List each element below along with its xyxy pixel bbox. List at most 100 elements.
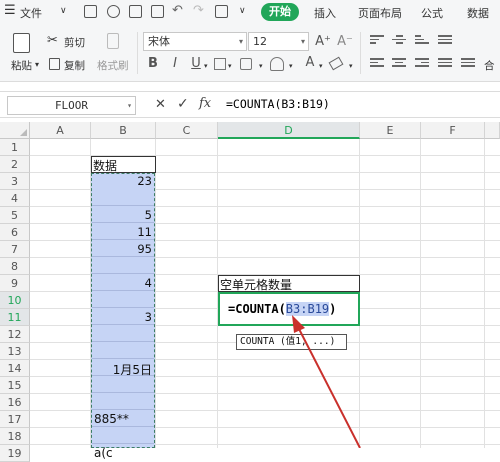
copy-icon[interactable] [49, 58, 60, 70]
cell-b14[interactable]: 1月5日 [94, 361, 152, 378]
row-header-1[interactable]: 1 [0, 139, 30, 156]
row-header-8[interactable]: 8 [0, 258, 30, 275]
font-grow-button[interactable]: A⁺ [314, 34, 332, 50]
row-header-15[interactable]: 15 [0, 377, 30, 394]
print-icon[interactable] [129, 5, 142, 18]
font-size-select[interactable]: 12 ▾ [248, 32, 309, 51]
name-box[interactable]: FLOOR ▾ [7, 96, 136, 115]
row-header-14[interactable]: 14 [0, 360, 30, 377]
chevron-down-icon: ▾ [300, 37, 305, 46]
annotation-arrow-line [297, 326, 361, 448]
bold-button[interactable]: B [145, 56, 161, 72]
column-header-b[interactable]: B [91, 122, 156, 139]
font-name-select[interactable]: 宋体 ▾ [143, 32, 247, 51]
column-header-c[interactable]: C [156, 122, 218, 139]
row-header-2[interactable]: 2 [0, 156, 30, 173]
cell-b17[interactable]: 885** [94, 412, 129, 426]
format-painter-button[interactable]: 格式刷 [97, 58, 129, 73]
copy-button[interactable]: 复制 [64, 58, 85, 73]
cell-b7[interactable]: 95 [94, 242, 152, 256]
chevron-down-icon[interactable]: ∨ [60, 6, 67, 16]
enter-icon[interactable]: ✓ [177, 96, 189, 112]
justify-icon[interactable] [438, 58, 452, 70]
format-painter-icon[interactable] [107, 33, 119, 49]
column-header-a[interactable]: A [30, 122, 91, 139]
row-header-11[interactable]: 11 [0, 309, 30, 326]
hamburger-icon[interactable]: ☰ [4, 3, 16, 18]
column-header-g[interactable] [485, 122, 500, 139]
row-header-6[interactable]: 6 [0, 224, 30, 241]
name-box-value: FLOOR [54, 99, 89, 112]
row-header-12[interactable]: 12 [0, 326, 30, 343]
chevron-down-icon: ▾ [228, 62, 232, 70]
row-header-10[interactable]: 10 [0, 292, 30, 309]
row-header-7[interactable]: 7 [0, 241, 30, 258]
cell-b11[interactable]: 3 [94, 310, 152, 324]
tab-home[interactable]: 开始 [261, 3, 299, 21]
row-header-9[interactable]: 9 [0, 275, 30, 292]
font-shrink-button[interactable]: A⁻ [336, 34, 354, 50]
cell-b9[interactable]: 4 [94, 276, 152, 290]
scissors-icon[interactable]: ✂ [47, 33, 58, 48]
eraser-icon[interactable] [328, 56, 344, 71]
align-left-icon[interactable] [370, 58, 384, 70]
highlight-icon[interactable] [270, 57, 284, 71]
export-icon[interactable] [107, 5, 120, 18]
row-header-5[interactable]: 5 [0, 207, 30, 224]
preview-icon[interactable] [151, 5, 164, 18]
column-header-f[interactable]: F [421, 122, 485, 139]
chevron-down-icon: ▾ [127, 101, 132, 110]
font-color-button[interactable]: A [302, 55, 318, 71]
row-header-4[interactable]: 4 [0, 190, 30, 207]
paste-icon[interactable] [13, 33, 30, 53]
cell-b19[interactable]: a(c [94, 446, 113, 460]
chevron-down-icon: ▾ [319, 62, 323, 70]
tab-formulas[interactable]: 公式 [421, 5, 443, 21]
italic-button[interactable]: I [167, 56, 183, 72]
align-bottom-icon[interactable] [415, 35, 429, 47]
paste-button[interactable]: 粘贴 [11, 58, 32, 73]
chevron-down-icon: ▾ [35, 60, 40, 69]
font-size-value: 12 [253, 35, 267, 48]
redo-icon[interactable]: ↷ [193, 3, 204, 18]
border-icon[interactable] [214, 58, 226, 70]
column-header-e[interactable]: E [360, 122, 421, 139]
fill-color-icon[interactable] [240, 58, 252, 70]
underline-button[interactable]: U [188, 56, 204, 72]
row-header-13[interactable]: 13 [0, 343, 30, 360]
tab-page-layout[interactable]: 页面布局 [358, 5, 402, 21]
row-header-17[interactable]: 17 [0, 411, 30, 428]
copy-format-icon[interactable] [215, 5, 228, 18]
cell-b5[interactable]: 5 [94, 208, 152, 222]
merge-button[interactable]: 合 [484, 58, 495, 73]
distributed-icon[interactable] [461, 58, 475, 70]
save-icon[interactable] [84, 5, 97, 18]
menu-bar: ☰ 文件 ∨ ↶ ↷ ∨ 开始 插入 页面布局 公式 数据 [0, 0, 500, 24]
file-menu[interactable]: 文件 [20, 5, 42, 21]
cancel-icon[interactable]: ✕ [155, 97, 166, 112]
align-center-icon[interactable] [392, 58, 406, 70]
align-middle-icon[interactable] [392, 35, 406, 47]
cell-b3[interactable]: 23 [94, 174, 152, 188]
spreadsheet-grid: A B C D E F 1 2 3 4 5 6 7 8 9 10 11 12 1… [0, 122, 500, 462]
annotation-arrow [292, 315, 361, 448]
row-header-16[interactable]: 16 [0, 394, 30, 411]
formula-input[interactable]: =COUNTA(B3:B19) [226, 97, 330, 111]
chevron-down-icon: ▾ [349, 62, 353, 70]
row-header-18[interactable]: 18 [0, 428, 30, 445]
gridline [420, 139, 421, 448]
cell-b6[interactable]: 11 [94, 225, 152, 239]
align-right-icon[interactable] [415, 58, 429, 70]
orientation-icon[interactable] [438, 35, 452, 47]
fx-icon[interactable]: fx [199, 96, 211, 111]
chevron-down-icon[interactable]: ∨ [239, 6, 246, 16]
tab-insert[interactable]: 插入 [314, 5, 336, 21]
row-header-3[interactable]: 3 [0, 173, 30, 190]
column-header-d[interactable]: D [218, 122, 360, 139]
undo-icon[interactable]: ↶ [172, 3, 183, 18]
gridline [484, 139, 485, 448]
tab-data[interactable]: 数据 [467, 5, 489, 21]
cut-button[interactable]: 剪切 [64, 35, 85, 50]
chevron-down-icon: ▾ [204, 62, 208, 70]
align-top-icon[interactable] [370, 35, 384, 47]
